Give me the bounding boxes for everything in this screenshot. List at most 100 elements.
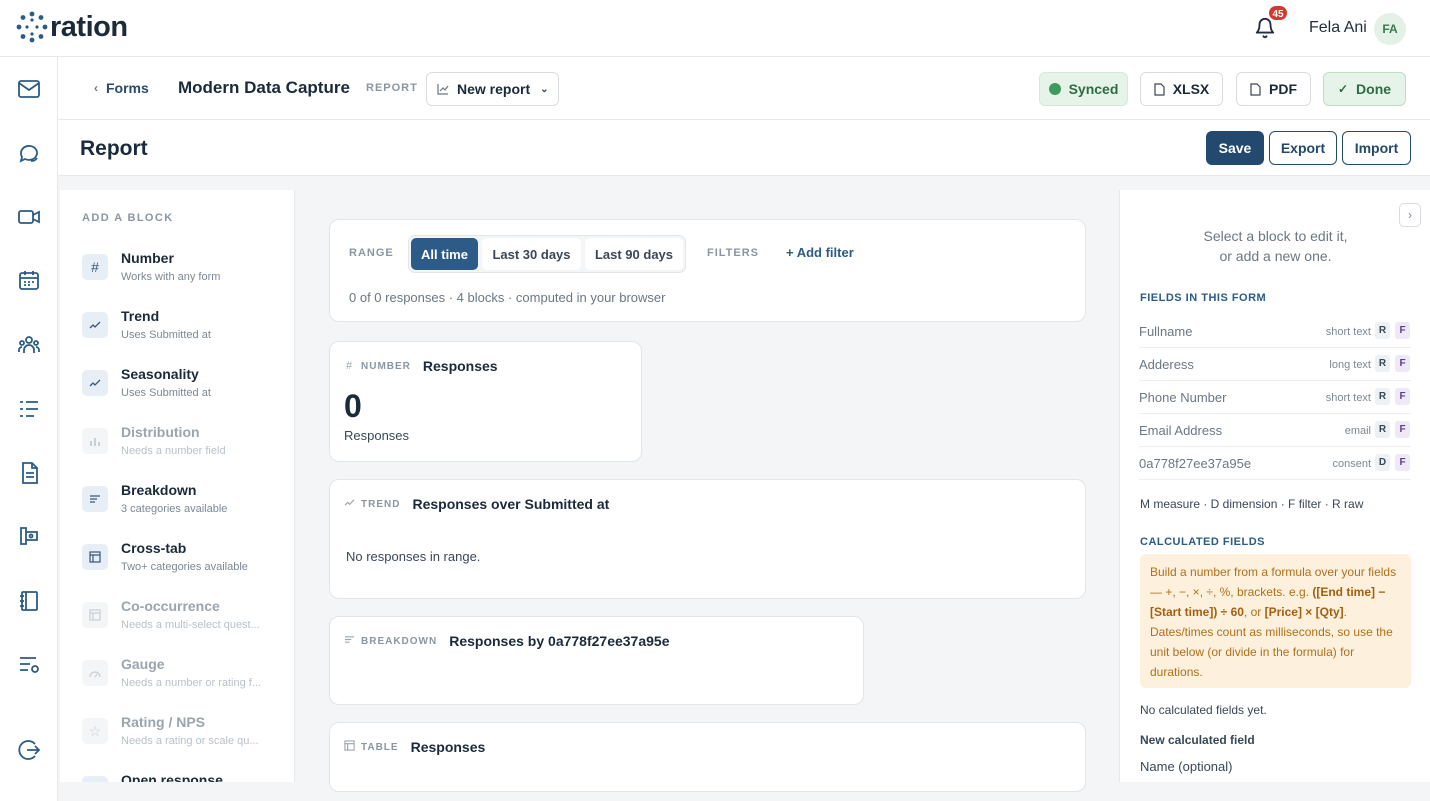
save-button[interactable]: Save [1206,131,1264,165]
inspector-panel: › Select a block to edit it, or add a ne… [1119,190,1430,782]
block-palette: ADD A BLOCK # Number Works with any form… [60,190,295,782]
field-row[interactable]: Email Address email R F [1139,414,1411,447]
report-tag: REPORT [366,82,418,94]
table-icon [82,544,108,570]
range-segmented-control: All time Last 30 days Last 90 days [408,235,686,273]
list-icon[interactable] [17,397,41,421]
block-co-occurrence: Co-occurrence Needs a multi-select quest… [82,598,282,648]
logo-mark-icon [16,11,48,43]
add-filter-button[interactable]: + Add filter [786,245,854,260]
block-kind: TABLE [361,741,399,753]
range-last-90-days[interactable]: Last 90 days [585,238,683,270]
calculated-fields-help: Build a number from a formula over your … [1140,554,1411,688]
logo[interactable]: ration [16,11,128,43]
block-kind: NUMBER [361,360,411,372]
block-cross-tab[interactable]: Cross-tab Two+ categories available [82,540,282,590]
block-gauge: Gauge Needs a number or rating f... [82,656,282,706]
field-name: 0a778f27ee37a95e [1139,456,1252,471]
video-icon[interactable] [17,205,41,229]
mail-icon[interactable] [17,77,41,101]
field-tag-filter[interactable]: F [1395,421,1410,438]
field-row[interactable]: 0a778f27ee37a95e consent D F [1139,447,1411,480]
hash-icon: # [82,254,108,280]
block-title: Co-occurrence [121,598,220,614]
trend-block[interactable]: TREND Responses over Submitted at No res… [329,479,1086,599]
hint-line-2: or add a new one. [1219,248,1332,264]
document-icon[interactable] [17,461,41,485]
block-trend[interactable]: Trend Uses Submitted at [82,308,282,358]
bars-icon [82,428,108,454]
block-title: Rating / NPS [121,714,206,730]
calc-text: , or [1243,605,1265,619]
block-title: Number [121,250,174,266]
report-select-value: New report [457,81,531,97]
export-button[interactable]: Export [1269,131,1337,165]
check-circle-icon [1048,83,1061,95]
field-type: short text [1325,392,1371,404]
field-tag-filter[interactable]: F [1395,322,1410,339]
breakdown-block[interactable]: BREAKDOWN Responses by 0a778f27ee37a95e [329,616,864,705]
field-name: Phone Number [1139,390,1227,405]
collapse-panel-button[interactable]: › [1399,203,1421,227]
field-row[interactable]: Adderess long text R F [1139,348,1411,381]
settings-list-icon[interactable] [17,653,41,677]
field-name: Adderess [1139,357,1194,372]
number-label: Responses [344,428,410,443]
empty-message: No responses in range. [346,549,481,564]
people-icon[interactable] [17,333,41,357]
lines-icon [82,486,108,512]
number-block[interactable]: # NUMBER Responses 0 Responses [329,341,642,462]
block-breakdown[interactable]: Breakdown 3 categories available [82,482,282,532]
user-name[interactable]: Fela Ani [1309,19,1367,37]
new-calculated-field-heading: New calculated field [1140,733,1255,747]
field-row[interactable]: Phone Number short text R F [1139,381,1411,414]
check-icon: ✓ [1337,82,1349,96]
field-tag-raw[interactable]: R [1375,355,1390,372]
block-open-response[interactable]: “ Open response [82,772,282,782]
field-tag-raw[interactable]: R [1375,421,1390,438]
field-name: Email Address [1139,423,1223,438]
range-all-time[interactable]: All time [411,238,478,270]
block-seasonality[interactable]: Seasonality Uses Submitted at [82,366,282,416]
import-button[interactable]: Import [1342,131,1411,165]
block-sub: Needs a number or rating f... [121,677,262,689]
notebook-icon[interactable] [17,589,41,613]
field-tag-raw[interactable]: R [1375,322,1390,339]
table-block[interactable]: TABLE Responses [329,722,1086,792]
chat-icon[interactable] [17,141,41,165]
pdf-button[interactable]: PDF [1236,72,1311,106]
field-tag-raw[interactable]: R [1375,388,1390,405]
field-tag-filter[interactable]: F [1395,454,1410,471]
calculated-fields-heading: CALCULATED FIELDS [1140,536,1266,548]
xlsx-button[interactable]: XLSX [1140,72,1223,106]
logout-icon[interactable] [17,738,41,762]
hint-line-1: Select a block to edit it, [1203,228,1348,244]
avatar[interactable]: FA [1374,13,1406,45]
report-select[interactable]: New report ⌄ [426,72,559,106]
field-name: Fullname [1139,324,1193,339]
hash-icon: # [345,360,353,372]
chevron-left-icon: ‹ [94,81,98,95]
block-header: # NUMBER Responses [343,358,498,374]
book-icon[interactable] [17,524,41,548]
field-tag-dimension[interactable]: D [1375,454,1390,471]
block-number[interactable]: # Number Works with any form [82,250,282,300]
lines-icon [343,635,355,647]
gauge-icon [82,660,108,686]
calendar-icon[interactable] [17,268,41,292]
block-sub: Uses Submitted at [121,329,211,341]
range-filter-card: RANGE All time Last 30 days Last 90 days… [329,219,1086,322]
field-tag-filter[interactable]: F [1395,355,1410,372]
done-button[interactable]: ✓ Done [1323,72,1406,106]
block-title: Gauge [121,656,165,672]
field-type: email [1344,425,1371,437]
done-label: Done [1356,81,1392,97]
pdf-label: PDF [1269,81,1297,97]
table-icon [82,602,108,628]
breadcrumb[interactable]: ‹ Forms [94,80,149,96]
field-row[interactable]: Fullname short text R F [1139,315,1411,348]
block-title: Open response [121,772,223,782]
field-tag-filter[interactable]: F [1395,388,1410,405]
logo-text: ration [50,11,128,43]
range-last-30-days[interactable]: Last 30 days [482,238,581,270]
